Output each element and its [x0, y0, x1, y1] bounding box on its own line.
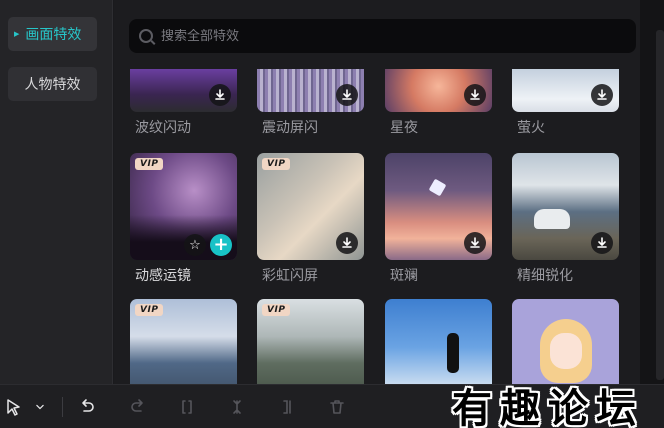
download-icon[interactable]	[464, 232, 486, 254]
effect-thumbnail	[512, 69, 619, 112]
effect-card[interactable]	[512, 299, 619, 384]
category-sidebar: ▶ 画面特效 人物特效	[0, 0, 113, 384]
effect-card-colorful[interactable]: 斑斓	[385, 153, 492, 284]
sparkle-shape	[428, 178, 447, 197]
sidebar-item-label: 人物特效	[24, 77, 81, 93]
effect-thumbnail	[512, 153, 619, 260]
effect-thumbnail: VIP	[130, 299, 237, 384]
vip-badge: VIP	[262, 158, 291, 170]
sidebar-item-screen-effects[interactable]: ▶ 画面特效	[8, 17, 97, 51]
star-icon[interactable]: ☆	[184, 234, 206, 256]
car-shape	[534, 209, 570, 229]
character-face-shape	[550, 333, 582, 369]
search-icon	[139, 29, 153, 43]
effect-card-starry-night[interactable]: 星夜	[385, 69, 492, 136]
effect-card-rainbow-flash[interactable]: VIP 彩虹闪屏	[257, 153, 364, 284]
effect-label: 斑斓	[390, 268, 418, 284]
effect-card-shake-flash[interactable]: 震动屏闪	[257, 69, 364, 136]
delete-icon[interactable]	[326, 395, 348, 419]
split-right-icon[interactable]	[276, 395, 298, 419]
download-icon[interactable]	[209, 84, 231, 106]
effects-panel: 波纹闪动 震动屏闪 星夜 萤火 VIP ☆ + 动感运镜 VIP 彩虹闪屏 斑斓…	[114, 0, 640, 384]
effect-card[interactable]: VIP	[257, 299, 364, 384]
effects-grid: 波纹闪动 震动屏闪 星夜 萤火 VIP ☆ + 动感运镜 VIP 彩虹闪屏 斑斓…	[114, 0, 640, 384]
split-icon[interactable]	[176, 395, 198, 419]
effect-thumbnail: VIP	[257, 299, 364, 384]
effect-label: 星夜	[390, 120, 418, 136]
figure-shape	[447, 333, 459, 373]
vip-badge: VIP	[135, 304, 164, 316]
effect-thumbnail	[385, 299, 492, 384]
add-icon[interactable]: +	[210, 234, 232, 256]
effect-label: 精细锐化	[517, 268, 573, 284]
scrollbar[interactable]	[656, 30, 664, 380]
effect-card-ripple-flash[interactable]: 波纹闪动	[130, 69, 237, 136]
effect-card[interactable]	[385, 299, 492, 384]
effect-thumbnail	[385, 69, 492, 112]
download-icon[interactable]	[591, 84, 613, 106]
forum-watermark: 有趣论坛	[452, 385, 644, 428]
effect-label: 震动屏闪	[262, 120, 318, 136]
effect-label: 彩虹闪屏	[262, 268, 318, 284]
effect-thumbnail	[130, 69, 237, 112]
effect-label: 波纹闪动	[135, 120, 191, 136]
download-icon[interactable]	[336, 84, 358, 106]
effect-label: 动感运镜	[135, 268, 191, 284]
toolbar-divider	[62, 397, 63, 417]
sidebar-item-character-effects[interactable]: 人物特效	[8, 67, 97, 101]
split-left-icon[interactable]	[226, 395, 248, 419]
search-input[interactable]	[161, 28, 581, 44]
effect-thumbnail: VIP ☆ +	[130, 153, 237, 260]
download-icon[interactable]	[591, 232, 613, 254]
chevron-down-icon[interactable]	[33, 395, 47, 419]
vip-badge: VIP	[135, 158, 164, 170]
download-icon[interactable]	[336, 232, 358, 254]
select-cursor-icon[interactable]	[4, 395, 24, 419]
effect-card[interactable]: VIP	[130, 299, 237, 384]
effect-card-fine-sharpen[interactable]: 精细锐化	[512, 153, 619, 284]
effect-thumbnail	[512, 299, 619, 384]
download-icon[interactable]	[464, 84, 486, 106]
sidebar-item-label: 画面特效	[25, 27, 82, 43]
redo-icon[interactable]	[127, 395, 149, 419]
effect-thumbnail	[257, 69, 364, 112]
caret-right-icon: ▶	[14, 30, 20, 38]
effect-thumbnail: VIP	[257, 153, 364, 260]
effect-thumbnail	[385, 153, 492, 260]
effect-card-dynamic-camera[interactable]: VIP ☆ + 动感运镜	[130, 153, 237, 284]
effect-label: 萤火	[517, 120, 545, 136]
vip-badge: VIP	[262, 304, 291, 316]
search-bar[interactable]	[129, 19, 636, 53]
effect-card-firefly[interactable]: 萤火	[512, 69, 619, 136]
undo-icon[interactable]	[76, 395, 98, 419]
